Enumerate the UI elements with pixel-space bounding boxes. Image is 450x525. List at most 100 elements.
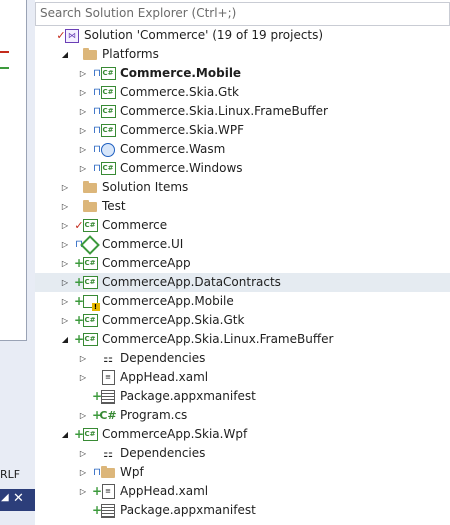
csharp-project-icon: C# [82, 311, 98, 330]
tree-item-label: Solution 'Commerce' (19 of 19 projects) [84, 28, 324, 42]
expanded-chevron-icon[interactable]: ◢ [59, 425, 71, 444]
tree-item-folder-solution-items[interactable]: ▷ Solution Items [35, 178, 450, 197]
folder-icon [100, 463, 116, 482]
tree-item-project-commerceapp[interactable]: ▷ + C# CommerceApp [35, 254, 450, 273]
tree-item-label: Commerce.Mobile [120, 66, 242, 80]
manifest-file-icon [100, 501, 116, 520]
tree-item-label: Program.cs [120, 408, 188, 422]
shared-project-icon [80, 234, 100, 255]
line-ending-indicator[interactable]: RLF [0, 468, 20, 481]
csharp-project-icon: C# [82, 425, 98, 444]
collapsed-chevron-icon[interactable]: ▷ [59, 216, 71, 235]
collapsed-chevron-icon[interactable]: ▷ [77, 159, 89, 178]
solution-icon: ⋈ [64, 26, 80, 45]
tree-item-file-apphead-xaml[interactable]: ▷ ≡ AppHead.xaml [35, 368, 450, 387]
editor-pane[interactable] [0, 0, 27, 341]
folder-icon [82, 45, 98, 64]
pin-icon[interactable]: ◢ [1, 492, 9, 503]
tree-item-project-commerce-wasm[interactable]: ▷ ⊓ Commerce.Wasm [35, 140, 450, 159]
tree-item-project-commerceapp-mobile[interactable]: ▷+CommerceApp.Mobile [35, 292, 450, 311]
search-box[interactable] [35, 2, 450, 26]
csharp-project-icon: C# [82, 254, 98, 273]
tree-item-label: Test [102, 199, 126, 213]
expanded-chevron-icon[interactable]: ◢ [59, 330, 71, 349]
csharp-project-icon: C# [100, 64, 116, 83]
manifest-file-icon [100, 387, 116, 406]
solution-explorer: ✓⋈Solution 'Commerce' (19 of 19 projects… [35, 0, 450, 525]
collapsed-chevron-icon[interactable]: ▷ [77, 83, 89, 102]
tree-item-project-commerce-ui[interactable]: ▷ ⊓ Commerce.UI [35, 234, 450, 255]
csharp-project-icon: C# [100, 83, 116, 102]
tree-item-label: Commerce.Skia.Gtk [120, 85, 239, 99]
csharp-file-icon: C# [99, 409, 117, 422]
tree-item-label: CommerceApp.DataContracts [102, 275, 281, 289]
tree-item-label: Dependencies [120, 351, 206, 365]
solution-tree: ✓ ⋈ Solution 'Commerce' (19 of 19 projects… [35, 26, 450, 520]
tree-item-project-commerce-skia-linux-framebuffer[interactable]: ▷ ⊓ C# Commerce.Skia.Linux.FrameBuffer [35, 102, 450, 121]
tree-item-project-commerce-mobile[interactable]: ▷ ⊓ C# Commerce.Mobile [35, 64, 450, 83]
tree-item-project-commerce-skia-wpf[interactable]: ▷ ⊓ C# Commerce.Skia.WPF [35, 121, 450, 140]
collapsed-chevron-icon[interactable]: ▷ [59, 273, 71, 292]
tree-item-project-commerceapp-skia-wpf[interactable]: ◢ + C# CommerceApp.Skia.Wpf [35, 425, 450, 444]
tree-item-label: Commerce.Skia.Linux.FrameBuffer [120, 104, 328, 118]
tree-item-solution-node[interactable]: ✓ ⋈ Solution 'Commerce' (19 of 19 projects… [35, 26, 450, 45]
collapsed-chevron-icon[interactable]: ▷ [59, 178, 71, 197]
search-input[interactable] [36, 3, 444, 23]
tree-item-file-apphead-xaml-wpf[interactable]: ▷ + ≡ AppHead.xaml [35, 482, 450, 501]
collapsed-chevron-icon[interactable]: ▷ [77, 444, 89, 463]
collapsed-chevron-icon[interactable]: ▷ [77, 406, 89, 425]
tree-item-project-commerceapp-skia-gtk[interactable]: ▷ + C# CommerceApp.Skia.Gtk [35, 311, 450, 330]
collapsed-chevron-icon[interactable]: ▷ [77, 463, 89, 482]
collapsed-chevron-icon[interactable]: ▷ [77, 482, 89, 501]
tree-item-label: CommerceApp.Skia.Gtk [102, 313, 245, 327]
dependencies-icon: ⚏ [103, 352, 113, 365]
close-icon[interactable]: ✕ [13, 491, 24, 506]
tree-item-project-commerceapp-skia-linux-framebuffer[interactable]: ◢ + C# CommerceApp.Skia.Linux.FrameBuffer [35, 330, 450, 349]
collapsed-chevron-icon[interactable]: ▷ [59, 292, 71, 311]
tree-item-label: Dependencies [120, 446, 206, 460]
folder-icon [82, 197, 98, 216]
tree-item-project-commerceapp-datacontracts[interactable]: ▷ + C# CommerceApp.DataContracts [35, 273, 450, 292]
change-marker-green [0, 67, 9, 69]
collapsed-chevron-icon[interactable]: ▷ [77, 140, 89, 159]
tree-item-label: Package.appxmanifest [120, 503, 256, 517]
expanded-chevron-icon[interactable]: ◢ [59, 45, 71, 64]
editor-strip: RLF ◢ ✕ [0, 0, 35, 525]
csharp-project-icon: C# [100, 102, 116, 121]
tree-item-folder-platforms[interactable]: ◢ Platforms [35, 45, 450, 64]
tree-item-project-commerce[interactable]: ▷ ✓ C# Commerce [35, 216, 450, 235]
collapsed-chevron-icon[interactable]: ▷ [59, 254, 71, 273]
tree-item-project-commerce-skia-gtk[interactable]: ▷ ⊓ C# Commerce.Skia.Gtk [35, 83, 450, 102]
xaml-file-icon: ≡ [100, 368, 116, 387]
tree-item-label: CommerceApp.Skia.Linux.FrameBuffer [102, 332, 334, 346]
tree-item-project-commerce-windows[interactable]: ▷ ⊓ C# Commerce.Windows [35, 159, 450, 178]
tree-item-node-dependencies-wpf[interactable]: ▷ ⚏ Dependencies [35, 444, 450, 463]
tree-item-folder-wpf[interactable]: ▷ ⊓ Wpf [35, 463, 450, 482]
csharp-project-icon: C# [82, 216, 98, 235]
tree-item-file-package-appxmanifest[interactable]: + Package.appxmanifest [35, 387, 450, 406]
tree-item-node-dependencies[interactable]: ▷ ⚏ Dependencies [35, 349, 450, 368]
tree-item-label: AppHead.xaml [120, 370, 209, 384]
change-marker-red [0, 51, 9, 53]
csharp-project-icon: C# [100, 121, 116, 140]
collapsed-chevron-icon[interactable]: ▷ [77, 368, 89, 387]
collapsed-chevron-icon[interactable]: ▷ [59, 197, 71, 216]
csharp-project-icon: C# [82, 330, 98, 349]
dependencies-icon: ⚏ [103, 447, 113, 460]
tree-item-folder-test[interactable]: ▷ Test [35, 197, 450, 216]
folder-icon [82, 178, 98, 197]
tree-item-label: Commerce [102, 218, 168, 232]
collapsed-chevron-icon[interactable]: ▷ [59, 235, 71, 254]
collapsed-chevron-icon[interactable]: ▷ [77, 64, 89, 83]
tree-item-label: Commerce.UI [102, 237, 184, 251]
tree-item-label: Commerce.Windows [120, 161, 243, 175]
tree-item-file-program-cs[interactable]: ▷ + C# Program.cs [35, 406, 450, 425]
tree-item-label: CommerceApp.Skia.Wpf [102, 427, 248, 441]
collapsed-chevron-icon[interactable]: ▷ [59, 311, 71, 330]
collapsed-chevron-icon[interactable]: ▷ [77, 102, 89, 121]
collapsed-chevron-icon[interactable]: ▷ [77, 349, 89, 368]
collapsed-chevron-icon[interactable]: ▷ [77, 121, 89, 140]
bottom-tab[interactable]: ◢ ✕ [0, 489, 35, 511]
warning-project-icon [82, 292, 100, 311]
tree-item-file-package-appxmanifest-wpf[interactable]: + Package.appxmanifest [35, 501, 450, 520]
